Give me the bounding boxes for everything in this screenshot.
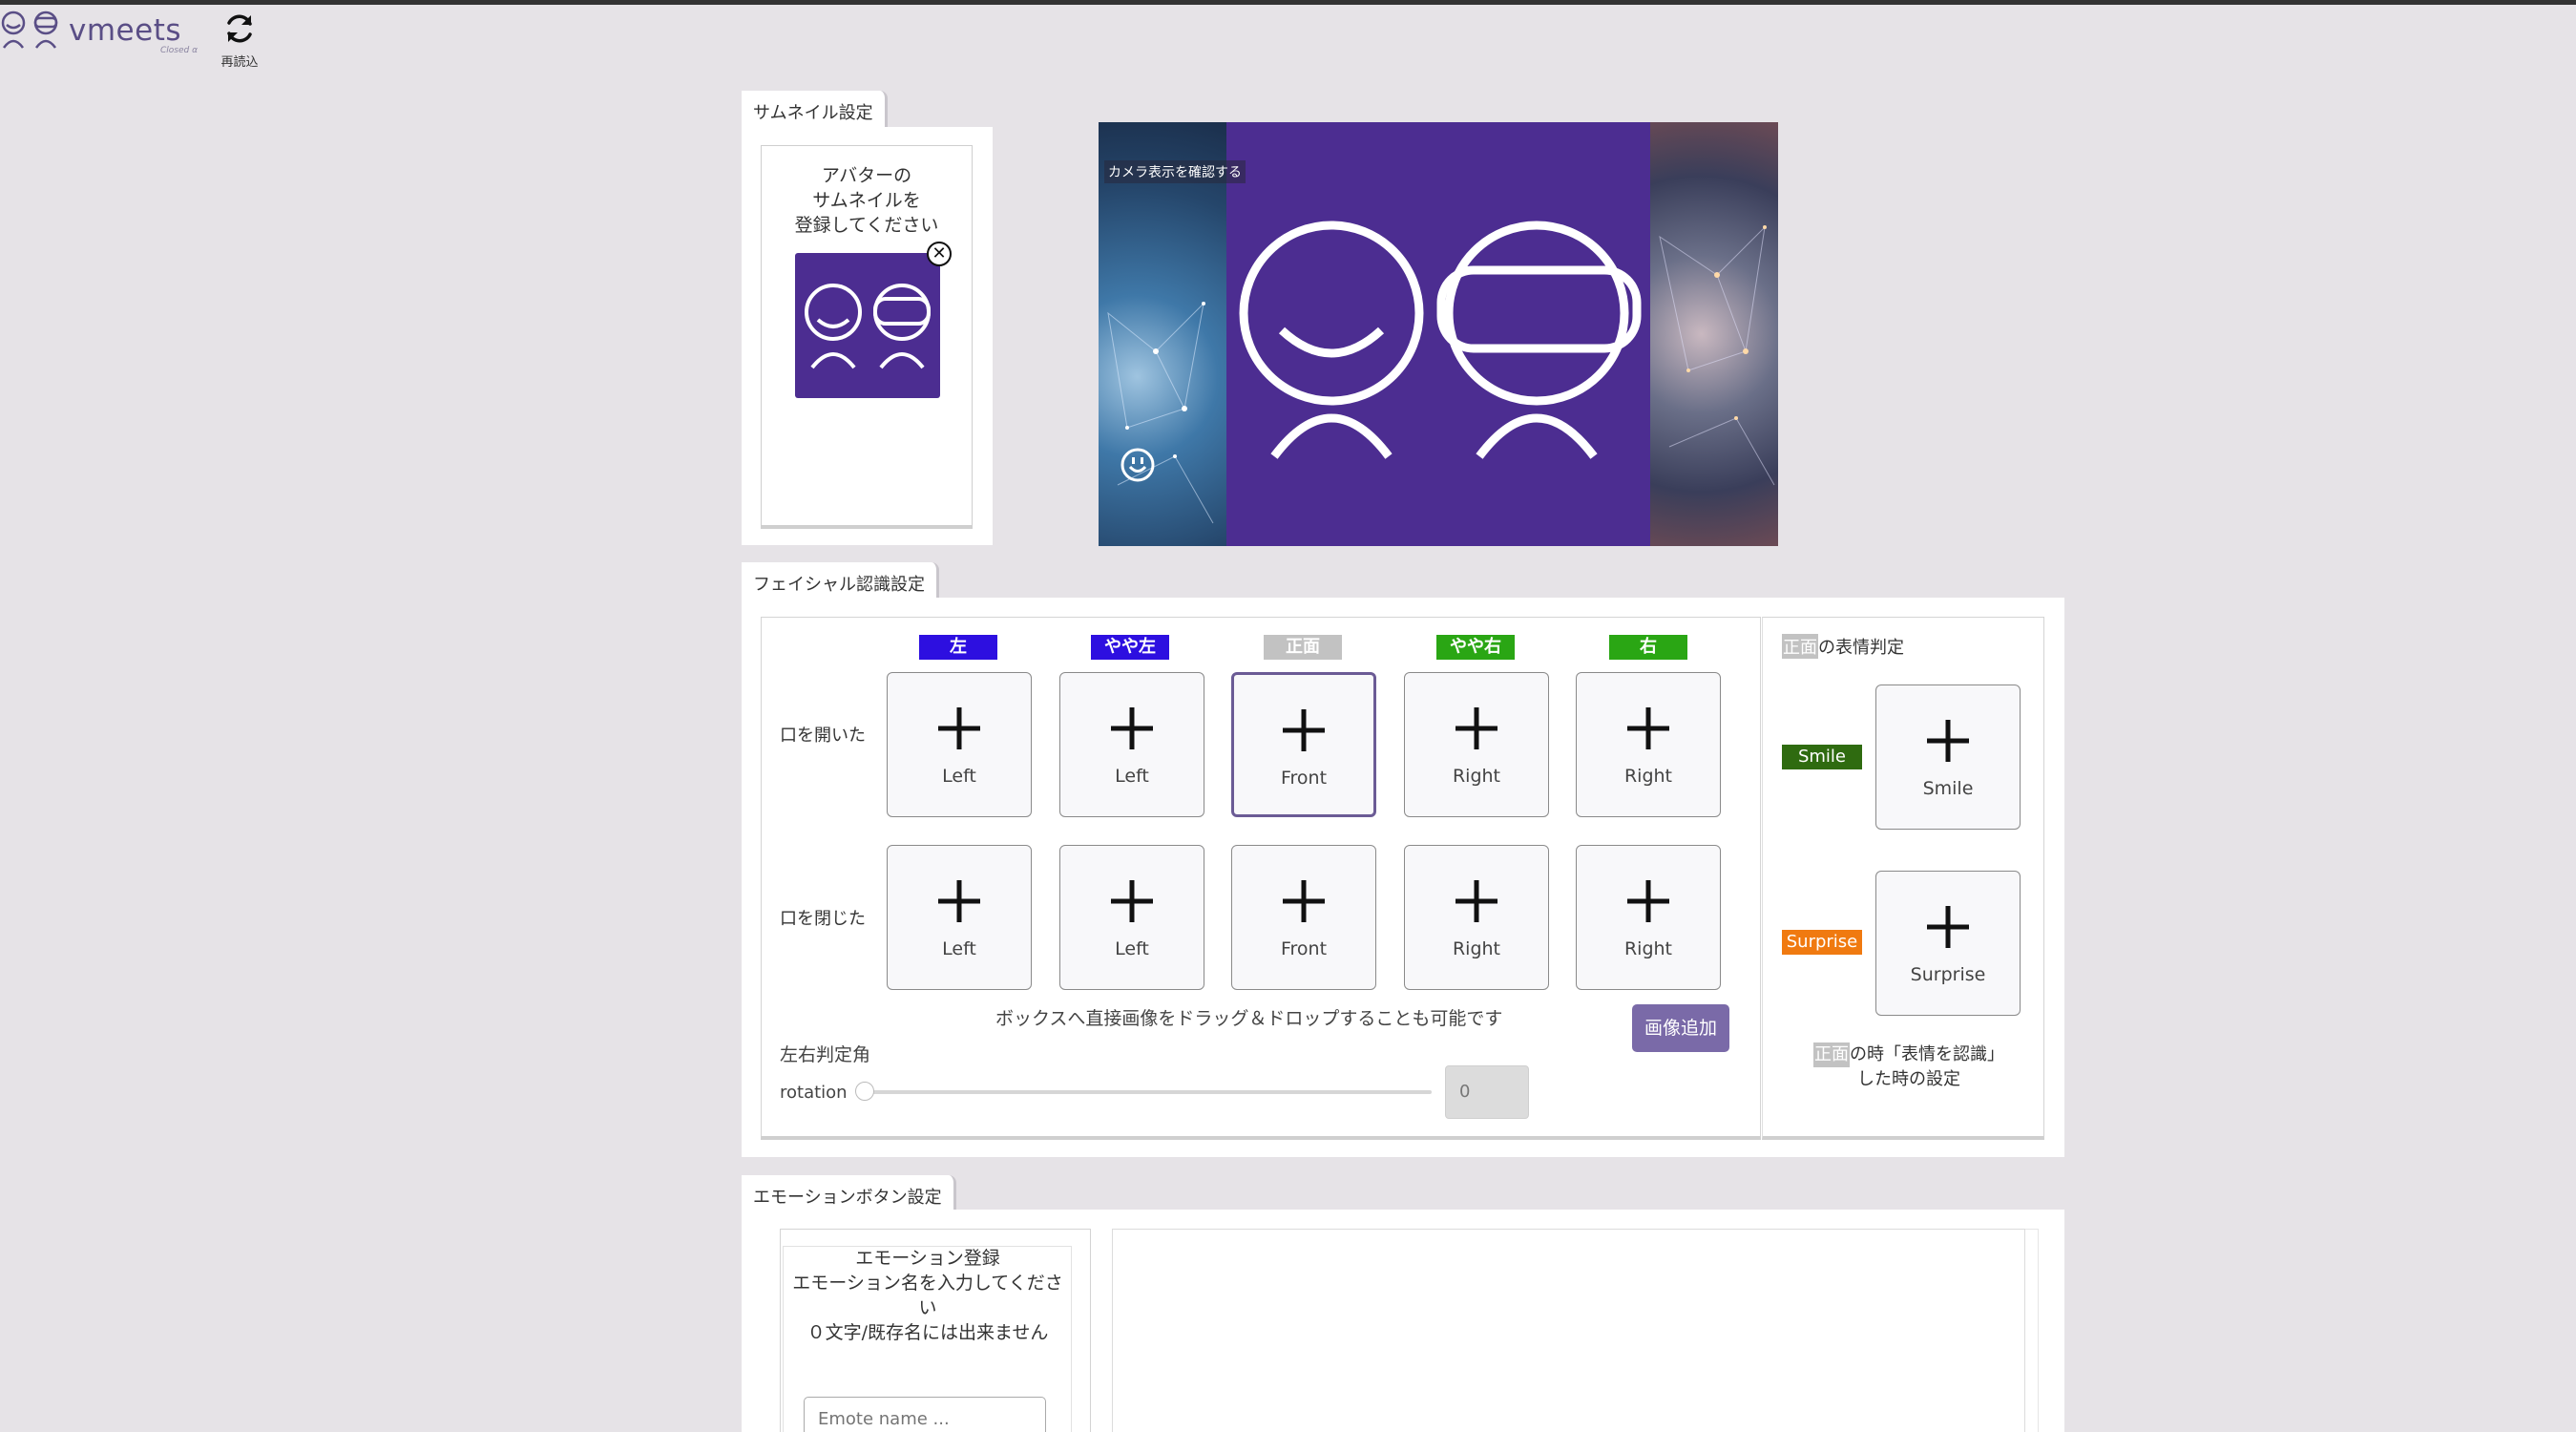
plus-icon xyxy=(1927,906,1969,948)
smile-tag: Smile xyxy=(1782,745,1862,769)
direction-label-left: 左 xyxy=(919,635,997,660)
logo-subtitle: Closed α xyxy=(160,46,199,55)
plus-icon xyxy=(1627,707,1669,749)
plus-icon xyxy=(938,880,980,922)
plus-icon xyxy=(1283,880,1325,922)
direction-label-right: 右 xyxy=(1609,635,1687,660)
button-label: Smile xyxy=(1922,778,1974,799)
camera-preview: カメラ表示を確認する xyxy=(1099,122,1778,546)
thumbnail-dropzone[interactable]: アバターの サムネイルを 登録してください ✕ xyxy=(761,145,973,529)
expression-note-line: した時の設定 xyxy=(1857,1069,1960,1089)
thumbnail-image xyxy=(795,253,940,398)
plus-icon xyxy=(1283,709,1325,751)
rotation-slider-track[interactable] xyxy=(863,1090,1432,1094)
open-slightly-left-upload-button[interactable]: Left xyxy=(1059,672,1204,817)
surprise-tag: Surprise xyxy=(1782,930,1862,955)
button-label: Front xyxy=(1280,768,1328,789)
network-pattern-right xyxy=(1659,225,1775,486)
smiley-icon[interactable] xyxy=(1120,447,1156,483)
avatar-large-icon xyxy=(1239,221,1642,459)
front-mini-badge: 正面 xyxy=(1782,634,1818,659)
reload-button[interactable]: 再読込 xyxy=(216,11,263,70)
surprise-upload-button[interactable]: Surprise xyxy=(1875,871,2021,1016)
app-logo[interactable]: vmeets xyxy=(0,8,181,50)
expression-title: 正面の表情判定 xyxy=(1782,634,1904,659)
tab-thumbnail-settings: サムネイル設定 xyxy=(742,91,888,127)
reload-label: 再読込 xyxy=(220,55,259,70)
emotion-title: エモーション登録 xyxy=(855,1248,1000,1269)
plus-icon xyxy=(1627,880,1669,922)
smile-upload-button[interactable]: Smile xyxy=(1875,684,2021,830)
avatar-icon xyxy=(805,284,931,369)
camera-avatar-frame xyxy=(1226,122,1650,546)
camera-check-label[interactable]: カメラ表示を確認する xyxy=(1104,160,1246,183)
angle-threshold-label: 左右判定角 xyxy=(780,1044,871,1065)
plus-icon xyxy=(1111,707,1153,749)
emotion-list-scrollbar[interactable] xyxy=(2025,1229,2039,1432)
emotion-register-text: エモーション登録 エモーション名を入力してください ０文字/既存名には出来ません xyxy=(786,1246,1069,1345)
tab-facial-settings: フェイシャル認識設定 xyxy=(742,562,939,599)
window-top-border xyxy=(0,0,2576,5)
button-label: Left xyxy=(1115,938,1149,959)
tab-emotion-settings: エモーションボタン設定 xyxy=(742,1175,956,1211)
button-label: Right xyxy=(1623,766,1673,787)
emote-name-input[interactable] xyxy=(804,1397,1046,1432)
row-label-mouth-closed: 口を閉じた xyxy=(780,909,866,929)
open-right-upload-button[interactable]: Right xyxy=(1576,672,1721,817)
closed-slightly-right-upload-button[interactable]: Right xyxy=(1404,845,1549,990)
open-left-upload-button[interactable]: Left xyxy=(887,672,1032,817)
row-label-mouth-open: 口を開いた xyxy=(780,726,866,746)
button-label: Left xyxy=(1115,766,1149,787)
thumbnail-remove-button[interactable]: ✕ xyxy=(927,242,952,266)
thumbnail-instruction-line: サムネイルを xyxy=(812,190,921,211)
front-mini-badge: 正面 xyxy=(1813,1042,1850,1067)
plus-icon xyxy=(1927,720,1969,762)
add-image-button[interactable]: 画像追加 xyxy=(1632,1004,1729,1052)
plus-icon xyxy=(938,707,980,749)
plus-icon xyxy=(1456,707,1497,749)
direction-label-slightly-right: やや右 xyxy=(1436,635,1515,660)
expression-note: 正面の時「表情を認識」 した時の設定 xyxy=(1798,1042,2020,1092)
button-label: Right xyxy=(1623,938,1673,959)
button-label: Right xyxy=(1452,938,1501,959)
rotation-slider-handle[interactable] xyxy=(855,1082,874,1101)
button-label: Left xyxy=(942,938,976,959)
button-label: Surprise xyxy=(1910,964,1986,985)
rotation-value-field[interactable]: 0 xyxy=(1445,1065,1529,1119)
network-pattern-left xyxy=(1107,302,1214,524)
open-front-upload-button[interactable]: Front xyxy=(1231,672,1376,817)
plus-icon xyxy=(1111,880,1153,922)
thumbnail-instruction: アバターの サムネイルを 登録してください xyxy=(762,163,972,238)
emotion-instruction: エモーション名を入力してください xyxy=(792,1273,1063,1318)
closed-right-upload-button[interactable]: Right xyxy=(1576,845,1721,990)
refresh-icon xyxy=(227,14,252,43)
dragdrop-hint: ボックスへ直接画像をドラッグ＆ドロップすることも可能です xyxy=(995,1008,1503,1029)
plus-icon xyxy=(1456,880,1497,922)
open-slightly-right-upload-button[interactable]: Right xyxy=(1404,672,1549,817)
logo-text: vmeets xyxy=(69,13,181,48)
direction-label-front: 正面 xyxy=(1264,635,1342,660)
expression-title-text: の表情判定 xyxy=(1818,638,1904,658)
closed-front-upload-button[interactable]: Front xyxy=(1231,845,1376,990)
button-label: Left xyxy=(942,766,976,787)
logo-icon xyxy=(1,11,58,49)
thumbnail-instruction-line: 登録してください xyxy=(794,215,939,236)
close-icon: ✕ xyxy=(932,243,947,263)
closed-left-upload-button[interactable]: Left xyxy=(887,845,1032,990)
camera-background-left xyxy=(1099,122,1226,546)
button-label: Front xyxy=(1280,938,1328,959)
expression-note-line: の時「表情を認識」 xyxy=(1850,1044,2004,1064)
button-label: Right xyxy=(1452,766,1501,787)
rotation-label: rotation xyxy=(780,1083,848,1103)
closed-slightly-left-upload-button[interactable]: Left xyxy=(1059,845,1204,990)
camera-background-right xyxy=(1650,122,1778,546)
emotion-rule: ０文字/既存名には出来ません xyxy=(806,1322,1049,1343)
emotion-list xyxy=(1112,1229,2025,1432)
thumbnail-instruction-line: アバターの xyxy=(821,165,912,186)
direction-label-slightly-left: やや左 xyxy=(1091,635,1169,660)
